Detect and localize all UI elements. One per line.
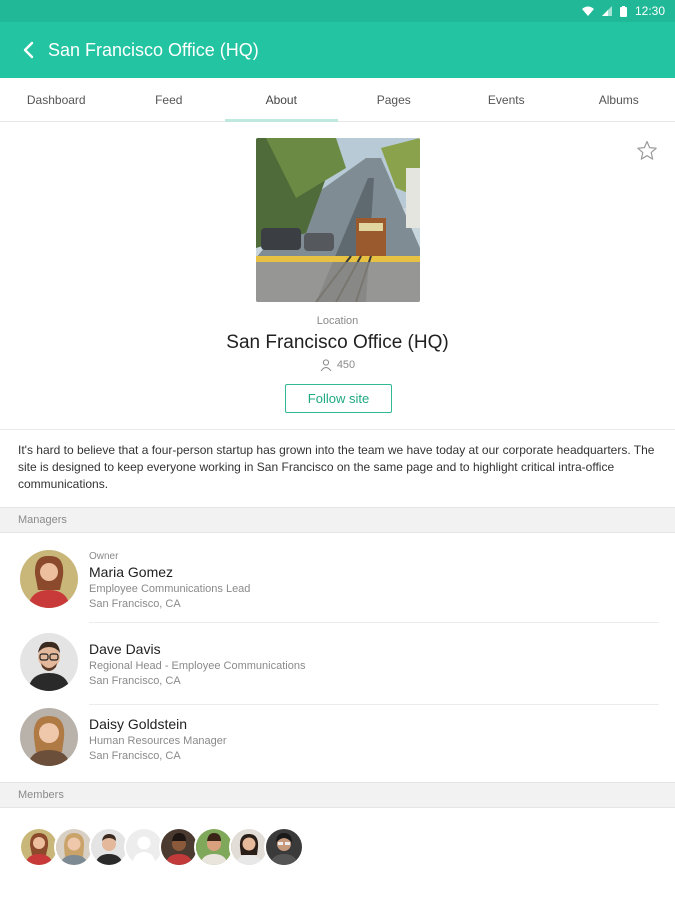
- status-bar: 12:30: [0, 0, 675, 22]
- manager-city: San Francisco, CA: [89, 598, 181, 610]
- managers-section-header: Managers: [0, 507, 675, 533]
- member-avatar[interactable]: [194, 827, 234, 867]
- site-type-label: Location: [316, 315, 359, 327]
- tab-dashboard[interactable]: Dashboard: [0, 78, 113, 121]
- avatar: [20, 550, 78, 608]
- row-separator: [89, 622, 659, 623]
- member-avatar[interactable]: [159, 827, 199, 867]
- tab-feed[interactable]: Feed: [113, 78, 226, 121]
- member-avatar[interactable]: [229, 827, 269, 867]
- member-count: 450: [0, 359, 675, 371]
- tab-bar: Dashboard Feed About Pages Events Albums: [0, 78, 675, 122]
- member-avatar[interactable]: [19, 827, 59, 867]
- wifi-icon: [581, 6, 594, 16]
- avatar: [20, 633, 78, 691]
- members-section-header: Members: [0, 782, 675, 808]
- site-cover-image: [256, 138, 420, 302]
- manager-row-maria-gomez[interactable]: Owner Maria Gomez Employee Communication…: [0, 545, 675, 627]
- manager-row-daisy-goldstein[interactable]: Daisy Goldstein Human Resources Manager …: [0, 705, 675, 787]
- manager-name: Maria Gomez: [89, 564, 174, 580]
- member-avatar[interactable]: [89, 827, 129, 867]
- app-bar-title: San Francisco Office (HQ): [48, 39, 259, 60]
- manager-city: San Francisco, CA: [89, 675, 181, 687]
- star-outline-icon: [637, 140, 657, 160]
- back-button[interactable]: [16, 38, 40, 62]
- site-description: It's hard to believe that a four-person …: [18, 443, 655, 491]
- divider: [0, 429, 675, 430]
- manager-city: San Francisco, CA: [89, 750, 181, 762]
- manager-title: Employee Communications Lead: [89, 583, 251, 595]
- tab-pages[interactable]: Pages: [338, 78, 451, 121]
- member-avatar-placeholder[interactable]: [124, 827, 164, 867]
- app-bar: San Francisco Office (HQ): [0, 22, 675, 78]
- manager-title: Human Resources Manager: [89, 735, 227, 747]
- person-icon: [320, 359, 332, 371]
- tab-about[interactable]: About: [225, 78, 338, 122]
- member-count-value: 450: [336, 359, 356, 371]
- status-time: 12:30: [634, 4, 665, 18]
- tab-events[interactable]: Events: [450, 78, 563, 121]
- site-name: San Francisco Office (HQ): [226, 332, 449, 353]
- manager-name: Dave Davis: [89, 641, 161, 657]
- tab-albums[interactable]: Albums: [563, 78, 675, 121]
- member-avatar[interactable]: [264, 827, 304, 867]
- signal-icon: [601, 6, 612, 16]
- manager-title: Regional Head - Employee Communications: [89, 660, 306, 672]
- battery-icon: [619, 5, 627, 17]
- manager-row-dave-davis[interactable]: Dave Davis Regional Head - Employee Comm…: [0, 630, 675, 712]
- manager-role: Owner: [89, 551, 119, 562]
- avatar: [20, 708, 78, 766]
- arrow-back-icon: [23, 41, 34, 59]
- member-avatar[interactable]: [54, 827, 94, 867]
- manager-name: Daisy Goldstein: [89, 716, 188, 732]
- favorite-button[interactable]: [635, 139, 659, 163]
- follow-site-button[interactable]: Follow site: [285, 384, 392, 413]
- members-avatar-row: [19, 827, 304, 867]
